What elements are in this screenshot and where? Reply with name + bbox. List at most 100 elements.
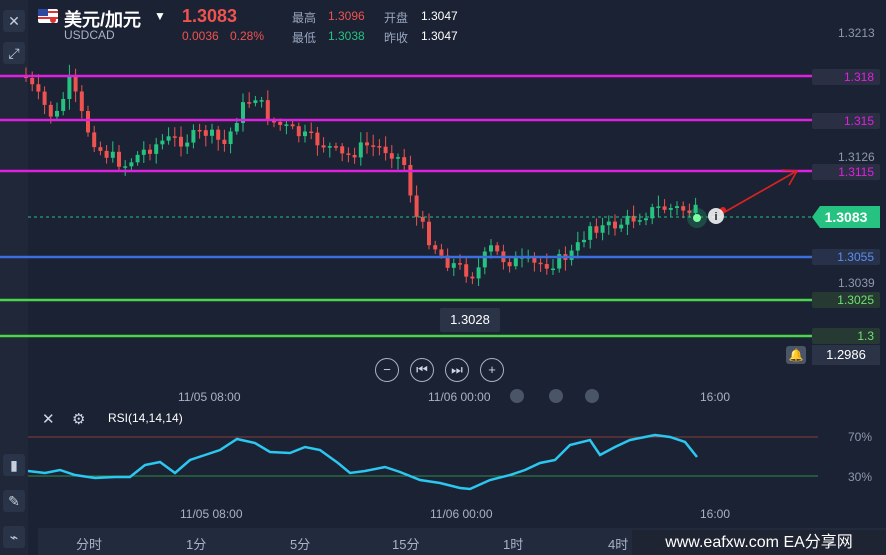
candle-body <box>619 224 624 229</box>
current-axis-label: 1.2986 <box>812 345 880 365</box>
candle-body <box>104 150 109 158</box>
candle-body <box>191 129 196 143</box>
scroll-dot[interactable] <box>510 389 524 403</box>
candle-body <box>551 268 555 271</box>
candle-body <box>73 75 78 92</box>
candle-body <box>613 221 617 229</box>
price-tick: 1.3126 <box>838 150 875 164</box>
level-label-1315: 1.315 <box>812 113 880 129</box>
candle-body <box>185 142 190 147</box>
candle-body <box>582 239 586 243</box>
scroll-dot[interactable] <box>585 389 599 403</box>
last-price-label: 1.3083 <box>812 206 880 228</box>
candle-body <box>644 218 648 221</box>
price-tick: 1.3213 <box>838 26 875 40</box>
level-label-13115: 1.3115 <box>812 164 880 180</box>
candle-body <box>569 250 574 260</box>
zoom-out-button[interactable]: − <box>375 358 399 382</box>
low-marker: 1.3028 <box>440 308 500 332</box>
bell-icon[interactable]: 🔔 <box>786 346 806 364</box>
candle-body <box>458 263 462 265</box>
candle-body <box>334 146 338 148</box>
candle-body <box>365 142 369 146</box>
candle-body <box>30 77 35 85</box>
candle-body <box>433 245 438 250</box>
candle-body <box>675 206 679 209</box>
candle-body <box>606 221 611 226</box>
candle-body <box>123 166 128 168</box>
last-price-dot <box>693 214 701 222</box>
candle-body <box>414 195 419 217</box>
candle-body <box>495 245 500 252</box>
zoom-in-button[interactable]: + <box>480 358 504 382</box>
candle-body <box>383 146 388 154</box>
candle-body <box>594 226 599 233</box>
candle-body <box>228 131 233 144</box>
rsi-chart[interactable] <box>0 425 886 495</box>
candle-body <box>117 151 121 167</box>
time-label: 16:00 <box>700 390 731 404</box>
candlestick-series <box>24 64 698 286</box>
candle-body <box>197 129 202 132</box>
candle-body <box>141 149 146 155</box>
timeframe-1m[interactable]: 1分 <box>186 534 206 553</box>
candle-body <box>377 146 382 148</box>
candle-body <box>538 262 543 265</box>
level-label-13025: 1.3025 <box>812 292 880 308</box>
time-label: 11/06 00:00 <box>428 390 491 404</box>
candle-body <box>470 276 475 279</box>
candle-body <box>135 154 140 163</box>
candle-body <box>681 206 686 211</box>
candle-body <box>36 84 41 92</box>
candle-body <box>346 153 351 155</box>
candle-body <box>427 221 431 246</box>
candle-body <box>340 146 345 154</box>
candle-body <box>575 242 580 251</box>
candle-body <box>247 102 252 104</box>
candle-body <box>166 136 171 141</box>
candle-body <box>451 263 456 268</box>
timeframe-tick[interactable]: 分时 <box>76 534 102 553</box>
candle-body <box>278 121 283 125</box>
rsi-upper-label: 70% <box>848 430 873 444</box>
rsi-time-label: 11/05 08:00 <box>180 507 243 521</box>
candle-body <box>42 91 47 105</box>
candle-body <box>284 124 289 126</box>
timeframe-5m[interactable]: 5分 <box>290 534 310 553</box>
rsi-lower-label: 30% <box>848 470 873 484</box>
candle-body <box>172 136 177 138</box>
candle-body <box>476 267 481 279</box>
candle-body <box>203 130 208 136</box>
candle-body <box>482 251 487 268</box>
timeframe-15m[interactable]: 15分 <box>392 534 419 553</box>
candle-body <box>154 144 159 154</box>
timeframe-4h[interactable]: 4时 <box>608 534 628 553</box>
candle-body <box>222 139 227 144</box>
candle-body <box>668 208 673 210</box>
price-chart[interactable]: i <box>0 0 886 400</box>
scroll-dot[interactable] <box>549 389 563 403</box>
candle-body <box>464 264 469 277</box>
candle-body <box>420 216 425 222</box>
rsi-line <box>27 433 698 491</box>
line-draw-icon[interactable]: ⌁ <box>3 526 25 548</box>
candle-body <box>216 129 221 140</box>
timeframe-1h[interactable]: 1时 <box>503 534 523 553</box>
candle-body <box>160 140 165 145</box>
candle-body <box>265 100 270 121</box>
level-label-13: 1.3 <box>812 328 880 344</box>
candle-body <box>259 100 264 102</box>
step-forward-button[interactable]: ⏭ <box>445 358 469 382</box>
level-label-13055: 1.3055 <box>812 249 880 265</box>
candle-body <box>513 257 518 267</box>
price-tick: 1.3039 <box>838 276 875 290</box>
candle-body <box>110 151 115 158</box>
candle-body <box>296 126 301 137</box>
candle-body <box>79 91 84 112</box>
candle-body <box>408 164 413 196</box>
candle-body <box>179 136 183 147</box>
level-label-1318: 1.318 <box>812 69 880 85</box>
step-back-button[interactable]: ⏮ <box>410 358 434 382</box>
candle-body <box>389 153 394 159</box>
candle-body <box>439 249 444 256</box>
